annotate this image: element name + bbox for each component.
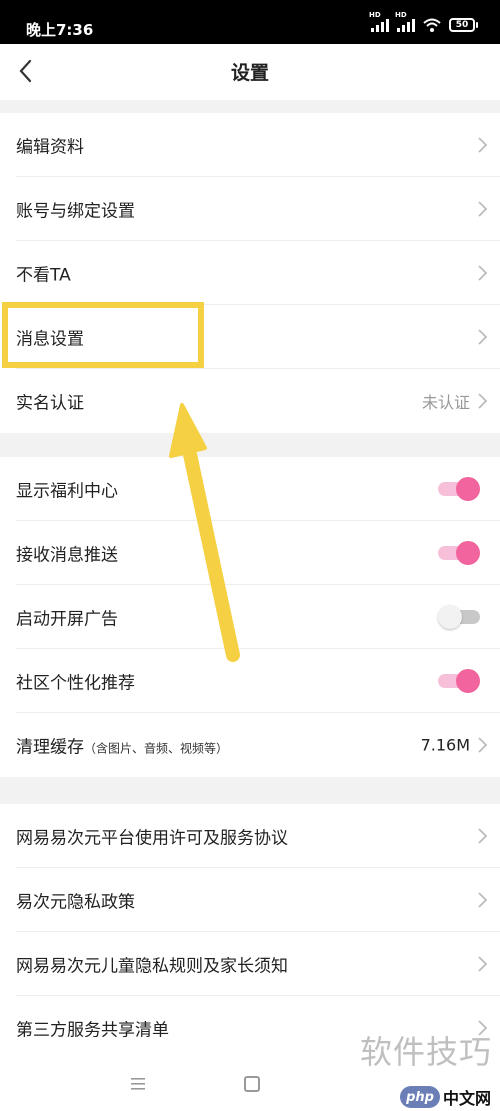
row-label: 网易易次元平台使用许可及服务协议 <box>16 828 288 849</box>
row-label: 启动开屏广告 <box>16 609 118 630</box>
row-label: 账号与绑定设置 <box>16 201 135 222</box>
highlight-box <box>2 302 204 368</box>
row-real-name-verification[interactable]: 实名认证 未认证 <box>0 369 500 433</box>
header: 设置 <box>0 44 500 100</box>
row-label: 社区个性化推荐 <box>16 673 135 694</box>
chevron-right-icon <box>478 265 488 281</box>
row-label: 实名认证 <box>16 393 84 414</box>
welfare-center-toggle[interactable] <box>438 477 480 501</box>
row-label: 清理缓存（含图片、音频、视频等） <box>16 733 228 758</box>
page-title: 设置 <box>230 62 269 84</box>
row-children-privacy[interactable]: 网易易次元儿童隐私规则及家长须知 <box>0 932 500 996</box>
row-label: 编辑资料 <box>16 137 84 158</box>
status-icons: HD HD 50 <box>369 11 478 32</box>
row-welfare-center: 显示福利中心 <box>0 457 500 521</box>
php-logo-mark: php <box>400 1086 440 1108</box>
row-splash-ads: 启动开屏广告 <box>0 585 500 649</box>
signal-icon: HD <box>395 11 415 32</box>
signal-tag: HD <box>395 11 407 19</box>
chevron-right-icon <box>478 393 488 409</box>
row-service-agreement[interactable]: 网易易次元平台使用许可及服务协议 <box>0 804 500 868</box>
settings-screen: 晚上7:36 HD HD 50 设置 编辑资料 账号与绑定设置 不看TA 消息设… <box>0 0 500 1111</box>
chevron-right-icon <box>478 828 488 844</box>
signal-icon: HD <box>369 11 389 32</box>
row-personalized-recommendation: 社区个性化推荐 <box>0 649 500 713</box>
chevron-right-icon <box>478 892 488 908</box>
cache-size: 7.16M <box>420 735 470 755</box>
row-clear-cache[interactable]: 清理缓存（含图片、音频、视频等） 7.16M <box>0 713 500 777</box>
wifi-icon <box>423 18 441 32</box>
signal-tag: HD <box>369 11 381 19</box>
chevron-right-icon <box>478 201 488 217</box>
battery-icon: 50 <box>449 18 478 32</box>
chevron-right-icon <box>478 956 488 972</box>
status-bar: 晚上7:36 HD HD 50 <box>0 0 500 44</box>
splash-ads-toggle[interactable] <box>438 605 480 629</box>
row-label: 易次元隐私政策 <box>16 892 135 913</box>
row-push-notifications: 接收消息推送 <box>0 521 500 585</box>
section-gap <box>0 433 500 457</box>
section-gap <box>0 100 500 113</box>
row-block-list[interactable]: 不看TA <box>0 241 500 305</box>
battery-level: 50 <box>449 18 475 32</box>
row-label: 网易易次元儿童隐私规则及家长须知 <box>16 956 288 977</box>
chevron-right-icon <box>478 329 488 345</box>
clear-cache-note: （含图片、音频、视频等） <box>84 741 229 756</box>
row-label: 显示福利中心 <box>16 481 118 502</box>
status-time: 晚上7:36 <box>26 21 94 39</box>
menu-icon[interactable] <box>130 1077 146 1091</box>
php-logo: php 中文网 <box>400 1085 491 1109</box>
chevron-right-icon <box>478 137 488 153</box>
clear-cache-label: 清理缓存 <box>16 737 84 758</box>
row-edit-profile[interactable]: 编辑资料 <box>0 113 500 177</box>
row-privacy-policy[interactable]: 易次元隐私政策 <box>0 868 500 932</box>
row-label: 不看TA <box>16 265 71 286</box>
personalized-recommendation-toggle[interactable] <box>438 669 480 693</box>
section-gap <box>0 777 500 804</box>
chevron-right-icon <box>478 737 488 753</box>
push-notifications-toggle[interactable] <box>438 541 480 565</box>
verification-status: 未认证 <box>421 393 470 412</box>
php-logo-text: 中文网 <box>443 1089 492 1108</box>
row-account-binding[interactable]: 账号与绑定设置 <box>0 177 500 241</box>
watermark-text: 软件技巧 <box>359 1033 492 1071</box>
row-label: 接收消息推送 <box>16 545 118 566</box>
row-label: 第三方服务共享清单 <box>16 1020 169 1041</box>
home-icon[interactable] <box>244 1076 260 1092</box>
